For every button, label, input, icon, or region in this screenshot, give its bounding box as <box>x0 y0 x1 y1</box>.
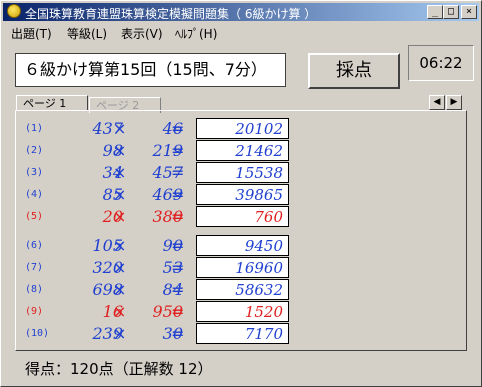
window-title: 全国珠算教育連盟珠算検定模擬問題集（ 6級かけ算 ） <box>25 7 317 21</box>
problem-row: (2) 98 × 219 = 21462 <box>25 140 295 162</box>
menu-view[interactable]: 表示(V) <box>121 25 163 42</box>
equals-sign: = <box>171 163 185 182</box>
problem-number: (2) <box>25 145 44 156</box>
problem-number: (10) <box>25 328 50 339</box>
equals-sign: = <box>171 258 185 277</box>
menu-grade[interactable]: 等級(L) <box>67 25 107 42</box>
title-bar[interactable]: 全国珠算教育連盟珠算検定模擬問題集（ 6級かけ算 ） _ □ × <box>3 3 479 21</box>
equals-sign: = <box>171 141 185 160</box>
menu-bar: 出題(T) 等級(L) 表示(V) ﾍﾙﾌﾟ(H) <box>3 23 479 41</box>
tab-page-1[interactable]: ページ 1 <box>16 95 88 111</box>
equals-sign: = <box>171 280 185 299</box>
problem-number: (7) <box>25 262 44 273</box>
answer-field[interactable]: 9450 <box>196 235 289 256</box>
equals-sign: = <box>171 207 185 226</box>
tab-scroll-left-icon[interactable]: ◀ <box>429 95 445 110</box>
exam-title: ６級かけ算第15回（15問、7分） <box>15 53 286 87</box>
equals-sign: = <box>171 324 185 343</box>
tab-scroll-right-icon[interactable]: ▶ <box>446 95 462 110</box>
answer-field[interactable]: 20102 <box>196 118 289 139</box>
answer-field[interactable]: 16960 <box>196 257 289 278</box>
problem-row: (8) 698 × 84 = 58632 <box>25 279 295 301</box>
answer-field[interactable]: 7170 <box>196 323 289 344</box>
answer-field[interactable]: 760 <box>196 206 289 227</box>
problem-row: (4) 85 × 469 = 39865 <box>25 184 295 206</box>
score-button[interactable]: 採点 <box>308 53 400 89</box>
problem-number: (5) <box>25 211 44 222</box>
answer-field[interactable]: 21462 <box>196 140 289 161</box>
problem-row: (3) 34 × 457 = 15538 <box>25 162 295 184</box>
problem-number: (6) <box>25 240 44 251</box>
app-window: 全国珠算教育連盟珠算検定模擬問題集（ 6級かけ算 ） _ □ × 出題(T) 等… <box>0 0 482 387</box>
problem-number: (8) <box>25 284 44 295</box>
equals-sign: = <box>171 236 185 255</box>
close-button[interactable]: × <box>461 5 477 19</box>
problem-number: (9) <box>25 306 44 317</box>
score-status: 得点：120点（正解数 12） <box>25 360 213 378</box>
answer-field[interactable]: 39865 <box>196 184 289 205</box>
timer-display: 06:22 <box>408 45 474 81</box>
problem-row: (5) 20 × 380 = 760 <box>25 206 295 228</box>
problem-number: (4) <box>25 189 44 200</box>
equals-sign: = <box>171 302 185 321</box>
menu-help[interactable]: ﾍﾙﾌﾟ(H) <box>175 25 217 42</box>
problem-row: (7) 320 × 53 = 16960 <box>25 257 295 279</box>
equals-sign: = <box>171 185 185 204</box>
menu-question[interactable]: 出題(T) <box>11 25 52 42</box>
abacus-app-icon <box>7 4 21 18</box>
answer-field[interactable]: 58632 <box>196 279 289 300</box>
equals-sign: = <box>171 119 185 138</box>
problem-row: (1) 437 × 46 = 20102 <box>25 118 295 140</box>
problem-row: (10) 239 × 30 = 7170 <box>25 323 295 345</box>
answer-field[interactable]: 1520 <box>196 301 289 322</box>
minimize-button[interactable]: _ <box>427 5 443 19</box>
maximize-button[interactable]: □ <box>443 5 459 19</box>
problem-row: (9) 16 × 950 = 1520 <box>25 301 295 323</box>
answer-field[interactable]: 15538 <box>196 162 289 183</box>
problem-row: (6) 105 × 90 = 9450 <box>25 235 295 257</box>
problem-number: (3) <box>25 167 44 178</box>
problem-number: (1) <box>25 123 44 134</box>
